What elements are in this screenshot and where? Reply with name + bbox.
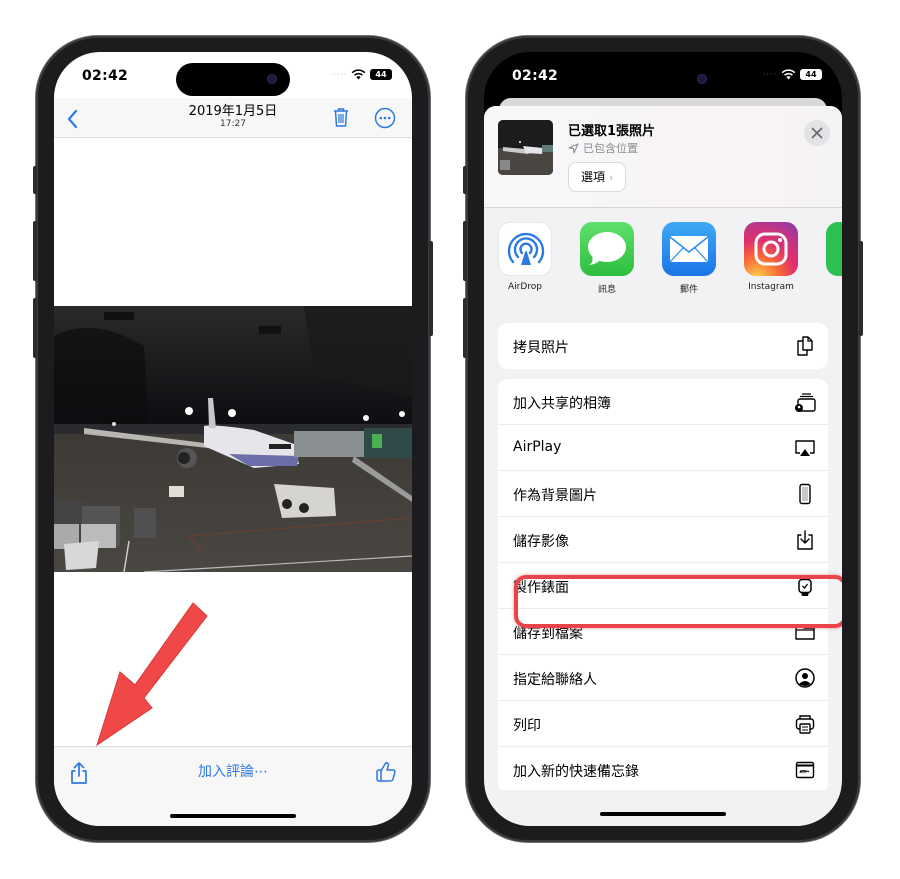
add-comment-button[interactable]: 加入評論⋯ <box>54 761 412 781</box>
action-copy-photo[interactable]: 拷貝照片 <box>498 323 828 369</box>
action-button <box>463 166 467 194</box>
dynamic-island <box>176 63 290 96</box>
action-label: 儲存到檔案 <box>513 626 583 642</box>
app-label: Instagram <box>748 282 794 292</box>
photo-navbar: 2019年1月5日 17:27 <box>54 98 412 138</box>
action-save-image[interactable]: 儲存影像 <box>498 517 828 563</box>
watch-face-icon <box>798 576 812 596</box>
messages-icon <box>580 222 634 276</box>
shared-album-icon <box>795 393 816 412</box>
copy-icon <box>797 336 813 356</box>
selection-title: 已選取1張照片 <box>568 124 656 139</box>
app-airdrop[interactable]: AirDrop <box>494 222 556 292</box>
save-image-icon <box>797 530 813 550</box>
folder-icon <box>795 625 815 640</box>
photo-date-title: 2019年1月5日 <box>188 104 278 119</box>
location-arrow-icon <box>568 143 579 153</box>
location-label: 已包含位置 <box>583 142 638 155</box>
action-label: 拷貝照片 <box>513 340 569 356</box>
selected-photo-thumbnail <box>498 120 553 175</box>
chevron-right-icon: › <box>609 171 614 184</box>
action-label: 指定給聯絡人 <box>513 672 597 688</box>
volume-down-button <box>463 298 467 358</box>
photo-toolbar: 加入評論⋯ <box>54 746 412 826</box>
signal-icon: ···· <box>762 70 777 79</box>
battery-icon: 44 <box>800 69 822 80</box>
dynamic-island <box>606 63 720 96</box>
options-button[interactable]: 選項 › <box>568 162 627 192</box>
app-label: 郵件 <box>679 285 698 295</box>
wifi-icon <box>781 69 796 80</box>
app-mail[interactable]: 郵件 <box>658 222 720 295</box>
location-status: 已包含位置 <box>568 140 638 156</box>
quick-note-icon <box>795 761 815 779</box>
action-save-to-files[interactable]: 儲存到檔案 <box>498 609 828 655</box>
share-apps-row: AirDrop 訊息 郵件 Instagram <box>484 222 842 302</box>
app-partial-icon <box>826 222 842 276</box>
like-thumbs-up-icon[interactable] <box>374 760 398 784</box>
power-button <box>429 241 433 336</box>
volume-up-button <box>33 221 37 281</box>
volume-up-button <box>463 221 467 281</box>
trash-icon[interactable] <box>332 106 350 128</box>
share-sheet: 已選取1張照片 已包含位置 選項 › AirDrop 訊息 郵件 Instagr… <box>484 106 842 826</box>
close-button[interactable] <box>804 120 830 146</box>
wifi-icon <box>351 69 366 80</box>
status-time: 02:42 <box>512 68 559 84</box>
action-label: 列印 <box>513 718 541 734</box>
close-icon <box>811 127 823 139</box>
more-options-icon[interactable] <box>374 107 396 129</box>
share-sheet-header: 已選取1張照片 已包含位置 選項 › <box>484 106 842 208</box>
app-messages[interactable]: 訊息 <box>576 222 638 295</box>
photo-time-subtitle: 17:27 <box>220 119 246 129</box>
action-label: 加入共享的相簿 <box>513 396 611 412</box>
action-button <box>33 166 37 194</box>
instagram-icon <box>744 222 798 276</box>
action-label: 製作錶面 <box>513 580 569 596</box>
app-label: 訊息 <box>597 285 616 295</box>
app-label: AirDrop <box>507 282 542 292</box>
mail-icon <box>662 222 716 276</box>
home-indicator <box>170 814 296 818</box>
airplay-icon <box>795 440 815 456</box>
power-button <box>859 241 863 336</box>
action-use-as-wallpaper[interactable]: 作為背景圖片 <box>498 471 828 517</box>
volume-down-button <box>33 298 37 358</box>
annotation-arrow <box>96 602 208 747</box>
sheet-bottom-area <box>484 790 842 826</box>
home-indicator <box>600 812 726 816</box>
action-label: 加入新的快速備忘錄 <box>513 764 639 780</box>
airdrop-icon <box>498 222 552 276</box>
right-phone-frame: 02:42 ···· 44 已選取1張照片 已包含位置 選項 › AirDrop… <box>463 36 863 842</box>
share-sheet-screen: 02:42 ···· 44 已選取1張照片 已包含位置 選項 › AirDrop… <box>484 52 842 826</box>
app-partial-next[interactable] <box>822 222 842 276</box>
printer-icon <box>795 715 815 734</box>
action-assign-to-contact[interactable]: 指定給聯絡人 <box>498 655 828 701</box>
action-new-quick-note[interactable]: 加入新的快速備忘錄 <box>498 747 828 793</box>
battery-icon: 44 <box>370 69 392 80</box>
action-print[interactable]: 列印 <box>498 701 828 747</box>
action-label: 儲存影像 <box>513 534 569 550</box>
airport-night-photo[interactable] <box>54 306 412 572</box>
camera-icon <box>267 74 277 84</box>
action-label: 作為背景圖片 <box>513 488 597 504</box>
options-label: 選項 <box>581 170 606 184</box>
signal-icon: ···· <box>332 70 347 79</box>
action-group-main: 加入共享的相簿 AirPlay 作為背景圖片 儲存影像 製作錶面 儲存到檔案 指… <box>498 379 828 793</box>
contact-icon <box>795 668 815 688</box>
camera-icon <box>697 74 707 84</box>
action-add-shared-album[interactable]: 加入共享的相簿 <box>498 379 828 425</box>
action-group-copy: 拷貝照片 <box>498 323 828 369</box>
status-time: 02:42 <box>82 68 129 84</box>
action-create-watch-face[interactable]: 製作錶面 <box>498 563 828 609</box>
photo-content <box>54 306 412 572</box>
action-label: AirPlay <box>513 439 562 455</box>
app-instagram[interactable]: Instagram <box>740 222 802 292</box>
action-airplay[interactable]: AirPlay <box>498 425 828 471</box>
phone-wallpaper-icon <box>799 483 811 505</box>
